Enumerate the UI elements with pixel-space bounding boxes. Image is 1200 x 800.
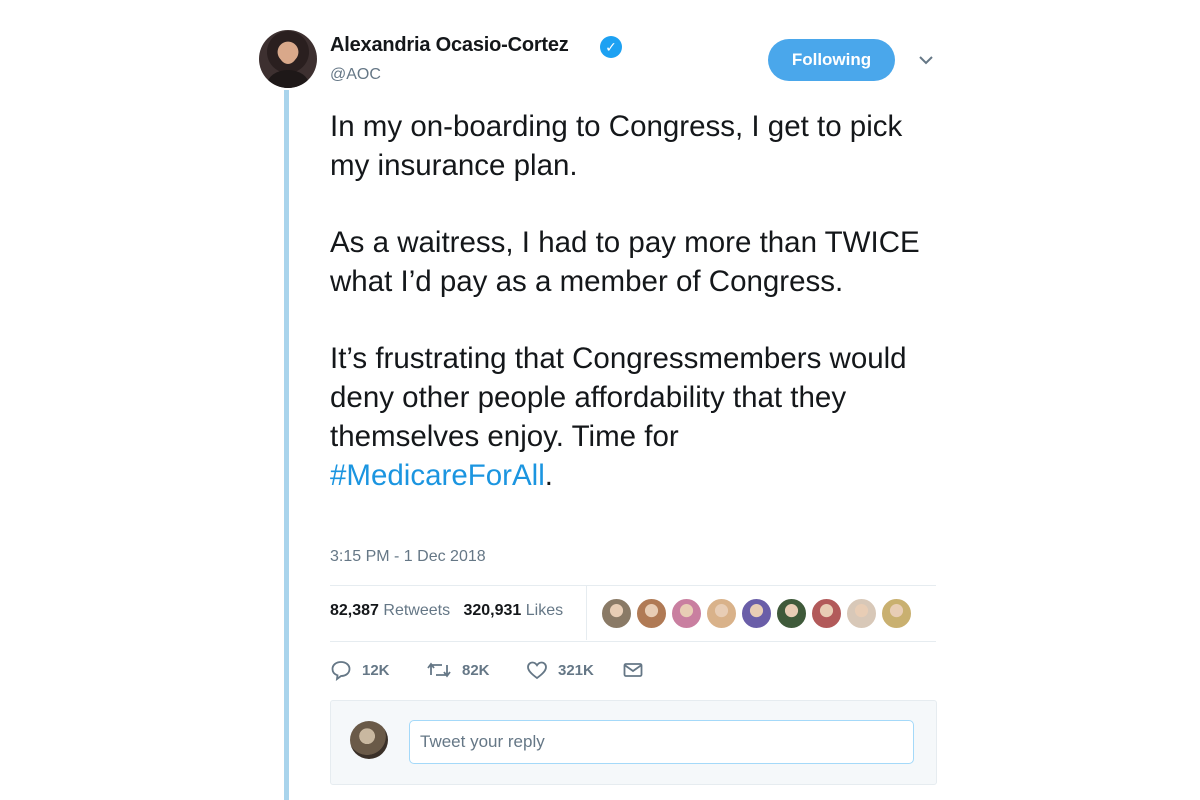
retweets-label: Retweets	[383, 602, 451, 619]
reply-input[interactable]	[409, 720, 914, 764]
tweet-timestamp[interactable]: 3:15 PM - 1 Dec 2018	[330, 548, 486, 566]
liker-avatar[interactable]	[776, 598, 807, 629]
chevron-down-icon[interactable]	[916, 52, 936, 68]
liker-avatar[interactable]	[811, 598, 842, 629]
hashtag-link[interactable]: #MedicareForAll	[330, 459, 545, 492]
likes-stat[interactable]: 320,931 Likes	[463, 602, 563, 619]
verified-badge-icon: ✓	[600, 36, 622, 58]
liker-avatar[interactable]	[741, 598, 772, 629]
reply-icon	[331, 661, 351, 681]
reply-composer	[330, 700, 937, 785]
liker-avatar[interactable]	[706, 598, 737, 629]
retweet-icon	[427, 662, 451, 678]
retweet-action[interactable]: 82K	[426, 658, 490, 682]
liker-avatar[interactable]	[636, 598, 667, 629]
following-button[interactable]: Following	[768, 39, 895, 81]
thread-line	[284, 90, 289, 800]
reply-action[interactable]: 12K	[330, 658, 390, 682]
retweets-stat[interactable]: 82,387 Retweets	[330, 602, 450, 619]
divider	[586, 586, 587, 640]
current-user-avatar	[350, 721, 388, 759]
tweet-paragraph: It’s frustrating that Congressmembers wo…	[330, 340, 930, 495]
direct-message-action[interactable]	[622, 658, 654, 682]
reply-count: 12K	[362, 661, 390, 679]
author-handle[interactable]: @AOC	[330, 66, 381, 84]
heart-icon	[527, 661, 547, 680]
liker-avatar[interactable]	[846, 598, 877, 629]
retweets-count: 82,387	[330, 602, 379, 619]
author-name[interactable]: Alexandria Ocasio-Cortez	[330, 34, 569, 57]
envelope-icon	[623, 663, 643, 677]
retweet-count: 82K	[462, 661, 490, 679]
divider	[330, 585, 936, 586]
likes-count: 320,931	[463, 602, 522, 619]
liker-avatar[interactable]	[601, 598, 632, 629]
hashtag-suffix: .	[544, 458, 553, 492]
engagement-stats: 82,387 Retweets 320,931 Likes	[330, 602, 563, 620]
like-count: 321K	[558, 661, 594, 679]
author-avatar[interactable]	[259, 30, 317, 88]
likes-label: Likes	[525, 602, 564, 619]
like-action[interactable]: 321K	[526, 658, 594, 682]
divider	[330, 641, 936, 642]
tweet-paragraph-text: It’s frustrating that Congressmembers wo…	[330, 342, 907, 453]
liker-avatar[interactable]	[671, 598, 702, 629]
tweet-paragraph: In my on-boarding to Congress, I get to …	[330, 110, 903, 182]
liker-avatar[interactable]	[881, 598, 912, 629]
tweet-paragraph: As a waitress, I had to pay more than TW…	[330, 226, 920, 298]
tweet-text: In my on-boarding to Congress, I get to …	[330, 108, 930, 534]
